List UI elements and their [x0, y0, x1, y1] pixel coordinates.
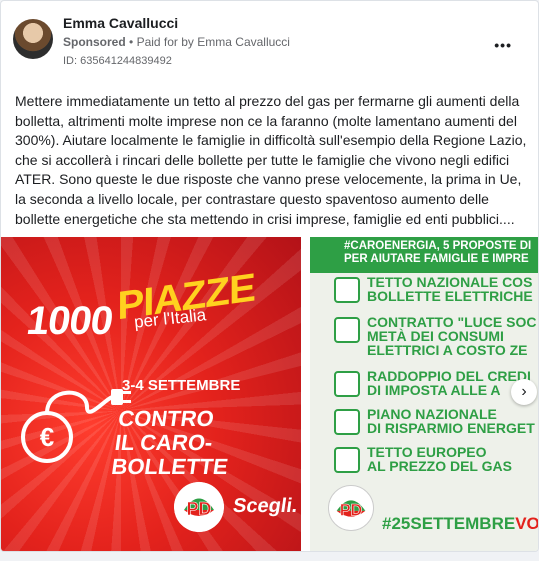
proposal-line: DI RISPARMIO ENERGET — [367, 420, 535, 436]
proposal-item: CONTRATTO "LUCE SOC METÀ DEI CONSUMI ELE… — [334, 315, 538, 357]
proposal-item: TETTO NAZIONALE COS BOLLETTE ELETTRICHE — [334, 275, 538, 307]
post-header: Emma Cavallucci Sponsored • Paid for by … — [13, 15, 526, 75]
slide2-header: #CAROENERGIA, 5 PROPOSTE DI PER AIUTARE … — [310, 237, 538, 273]
proposal-line: BOLLETTE ELETTRICHE — [367, 288, 533, 304]
proposal-text: PIANO NAZIONALE DI RISPARMIO ENERGET — [367, 407, 535, 435]
carousel-slide-proposte[interactable]: #CAROENERGIA, 5 PROPOSTE DI PER AIUTARE … — [310, 237, 539, 551]
headline-line-2: IL CARO-BOLLETTE — [109, 430, 230, 479]
flame-icon — [334, 447, 360, 473]
proposal-line: METÀ DEI CONSUMI — [367, 328, 504, 344]
sponsored-label: Sponsored — [63, 35, 126, 49]
more-options-icon[interactable]: ••• — [494, 37, 512, 53]
slide2-title-line-1: #CAROENERGIA, 5 PROPOSTE DI — [344, 240, 532, 252]
proposal-line: ELETTRICI A COSTO ZE — [367, 342, 528, 358]
scegli-slogan: Scegli. — [231, 495, 300, 517]
proposal-item: TETTO EUROPEO AL PREZZO DEL GAS — [334, 445, 538, 477]
proposal-line: TETTO EUROPEO — [367, 444, 487, 460]
slide2-title: #CAROENERGIA, 5 PROPOSTE DI PER AIUTARE … — [344, 240, 531, 266]
image-carousel[interactable]: 1000 PIAZZE per l'Italia € 3-4 SETTEMBRE… — [1, 237, 539, 551]
payer-name: Emma Cavallucci — [197, 35, 290, 49]
leaf-icon — [334, 409, 360, 435]
proposal-item: RADDOPPIO DEL CREDI DI IMPOSTA ALLE A — [334, 369, 538, 401]
slide2-title-line-2: PER AIUTARE FAMIGLIE E IMPRE — [344, 253, 529, 265]
coins-icon — [334, 371, 360, 397]
pd-logo-text: PD — [340, 502, 363, 520]
carousel-slide-1000-piazze[interactable]: 1000 PIAZZE per l'Italia € 3-4 SETTEMBRE… — [1, 237, 301, 551]
avatar[interactable] — [13, 19, 53, 59]
big-number-1000: 1000 — [23, 299, 116, 343]
carousel-next-button[interactable]: › — [511, 379, 537, 405]
event-date: 3-4 SETTEMBRE — [122, 377, 241, 394]
svg-text:€: € — [40, 422, 54, 452]
proposal-text: CONTRATTO "LUCE SOC METÀ DEI CONSUMI ELE… — [367, 315, 536, 357]
pd-logo-icon: PD — [328, 485, 374, 531]
proposal-line: PIANO NAZIONALE — [367, 406, 497, 422]
proposal-line: RADDOPPIO DEL CREDI — [367, 368, 531, 384]
ad-card: Emma Cavallucci Sponsored • Paid for by … — [0, 0, 539, 552]
post-text: Mettere immediatamente un tetto al prezz… — [15, 93, 527, 227]
sponsor-line: Sponsored • Paid for by Emma Cavallucci — [63, 35, 290, 49]
hashtag-main: #25SETTEMBRE — [382, 514, 516, 533]
proposal-text: RADDOPPIO DEL CREDI DI IMPOSTA ALLE A — [367, 369, 531, 397]
headline-contro: CONTRO IL CARO-BOLLETTE — [109, 406, 301, 479]
paid-for-label: Paid for by — [136, 35, 194, 49]
proposal-text: TETTO NAZIONALE COS BOLLETTE ELETTRICHE — [367, 275, 533, 303]
proposal-text: TETTO EUROPEO AL PREZZO DEL GAS — [367, 445, 512, 473]
proposal-line: CONTRATTO "LUCE SOC — [367, 314, 537, 330]
headline-line-1: CONTRO — [116, 406, 216, 431]
ad-id: ID: 635641244839492 — [63, 55, 172, 67]
hashtag-tail: VO — [515, 514, 539, 533]
proposal-line: AL PREZZO DEL GAS — [367, 458, 512, 474]
pd-logo-text: PD — [186, 499, 211, 519]
proposal-line: TETTO NAZIONALE COS — [367, 274, 533, 290]
proposal-line: DI IMPOSTA ALLE A — [367, 382, 501, 398]
hashtag-25-settembre: #25SETTEMBREVO — [382, 514, 539, 534]
dot-separator: • — [129, 35, 137, 49]
bill-icon — [334, 277, 360, 303]
pd-logo-icon: PD — [174, 482, 224, 532]
proposal-item: PIANO NAZIONALE DI RISPARMIO ENERGET — [334, 407, 538, 439]
contract-icon — [334, 317, 360, 343]
author-name[interactable]: Emma Cavallucci — [63, 15, 178, 31]
